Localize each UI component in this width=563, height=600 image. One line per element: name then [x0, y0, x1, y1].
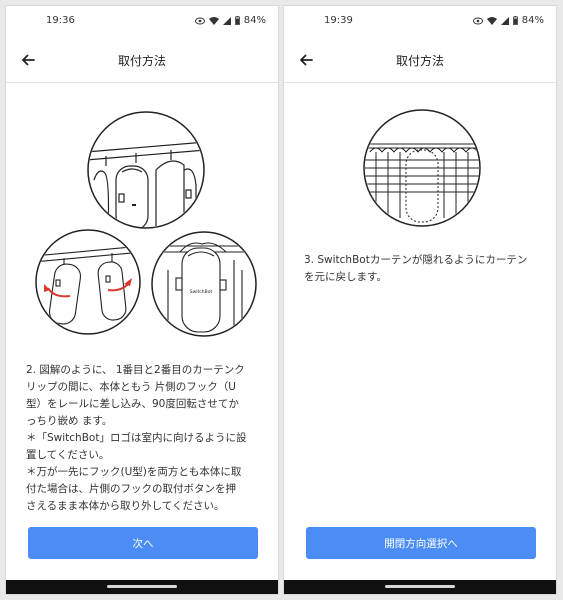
- page-title: 取付方法: [395, 54, 444, 68]
- phone-screen-step-2: 19:36 84% 取付方法 SwitchBot 2. 図解のように、 1番目と…: [6, 6, 278, 594]
- status-time: 19:39: [324, 15, 353, 26]
- battery-icon: [234, 16, 240, 25]
- next-button[interactable]: 次へ: [28, 527, 258, 559]
- home-indicator[interactable]: [385, 585, 455, 588]
- battery-percent: 84%: [521, 15, 544, 26]
- status-bar: 19:36 84%: [6, 6, 278, 34]
- select-direction-button[interactable]: 開閉方向選択へ: [306, 527, 536, 559]
- status-time: 19:36: [46, 15, 75, 26]
- app-bar: 取付方法: [6, 38, 278, 83]
- status-icons: 84%: [472, 15, 544, 26]
- eye-icon: [472, 17, 483, 24]
- status-bar: 19:39 84%: [284, 6, 556, 34]
- eye-icon: [194, 17, 205, 24]
- installation-illustration-top: [87, 111, 205, 229]
- page-title: 取付方法: [117, 54, 166, 68]
- wifi-icon: [208, 16, 219, 25]
- signal-icon: [222, 16, 231, 25]
- wifi-icon: [486, 16, 497, 25]
- battery-icon: [512, 16, 518, 25]
- back-arrow-icon: [300, 54, 313, 66]
- instruction-text: 2. 図解のように、 1番目と2番目のカーテンク リップの間に、本体ともう 片側…: [26, 364, 247, 512]
- status-icons: 84%: [194, 15, 266, 26]
- back-arrow-icon: [22, 54, 35, 66]
- signal-icon: [500, 16, 509, 25]
- back-button[interactable]: [16, 48, 40, 72]
- device-logo: SwitchBot: [190, 289, 213, 295]
- curtain-restored-illustration: [363, 109, 481, 227]
- battery-percent: 84%: [243, 15, 266, 26]
- navigation-bar: [6, 580, 278, 594]
- installation-illustration-device: SwitchBot: [151, 231, 257, 337]
- app-bar: 取付方法: [284, 38, 556, 83]
- installation-illustration-rotate: [35, 229, 141, 335]
- phone-screen-step-3: 19:39 84% 取付方法 3. SwitchBotカーテンが隠れるようにカー…: [284, 6, 556, 594]
- home-indicator[interactable]: [107, 585, 177, 588]
- back-button[interactable]: [294, 48, 318, 72]
- navigation-bar: [284, 580, 556, 594]
- instruction-text: 3. SwitchBotカーテンが隠れるようにカーテン を元に戻します。: [304, 254, 528, 283]
